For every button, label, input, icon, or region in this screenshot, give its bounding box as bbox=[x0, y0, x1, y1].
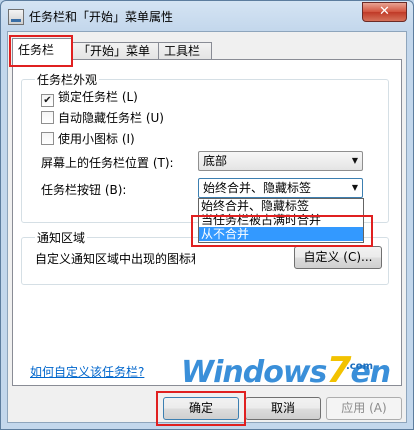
checkbox-autohide-taskbar[interactable]: 自动隐藏任务栏 (U) bbox=[41, 110, 164, 126]
customize-notifications-button[interactable]: 自定义 (C)... bbox=[294, 246, 382, 269]
taskbar-app-icon bbox=[8, 9, 24, 25]
checkbox-unchecked-icon[interactable] bbox=[41, 111, 54, 124]
logo-text-main: Windows bbox=[181, 355, 327, 390]
checkbox-lock-taskbar[interactable]: ✔ 锁定任务栏 (L) bbox=[41, 89, 138, 107]
dropdown-arrow-icon: ▼ bbox=[351, 183, 358, 192]
checkbox-checked-icon[interactable]: ✔ bbox=[41, 94, 54, 107]
taskbar-buttons-value: 始终合并、隐藏标签 bbox=[203, 181, 312, 195]
appearance-group-title: 任务栏外观 bbox=[35, 71, 100, 88]
dropdown-arrow-icon: ▼ bbox=[351, 156, 358, 165]
dropdown-option-never-combine[interactable]: 从不合并 bbox=[199, 227, 363, 241]
checkbox-unchecked-icon[interactable] bbox=[41, 132, 54, 145]
notification-description: 自定义通知区域中出现的图标和通知。 bbox=[35, 252, 195, 266]
checkbox-small-icons[interactable]: 使用小图标 (I) bbox=[41, 131, 135, 147]
buttons-label: 任务栏按钮 (B): bbox=[41, 183, 127, 197]
close-button[interactable]: ✕ bbox=[362, 2, 407, 22]
checkbox-label: 自动隐藏任务栏 (U) bbox=[58, 111, 164, 125]
checkbox-label: 使用小图标 (I) bbox=[58, 132, 135, 146]
tab-panel-taskbar: 任务栏外观 ✔ 锁定任务栏 (L) 自动隐藏任务栏 (U) 使用小图标 (I) 屏… bbox=[12, 59, 402, 386]
window-title: 任务栏和「开始」菜单属性 bbox=[29, 10, 174, 24]
taskbar-buttons-select[interactable]: 始终合并、隐藏标签 ▼ bbox=[198, 178, 363, 198]
apply-button[interactable]: 应用 (A) bbox=[326, 397, 402, 420]
taskbar-buttons-dropdown-list: 始终合并、隐藏标签 当任务栏被占满时合并 从不合并 bbox=[198, 198, 364, 243]
windows7en-logo: Windows7en .com bbox=[181, 352, 391, 391]
logo-text-com: .com bbox=[345, 361, 373, 372]
dialog-client-area: 任务栏 「开始」菜单 工具栏 任务栏外观 ✔ 锁定任务栏 (L) 自动隐藏任务栏 … bbox=[7, 31, 407, 426]
properties-window: 任务栏和「开始」菜单属性 ✕ 任务栏 「开始」菜单 工具栏 任务栏外观 ✔ 锁定任… bbox=[0, 0, 414, 430]
cancel-button[interactable]: 取消 bbox=[245, 397, 321, 420]
checkbox-label: 锁定任务栏 (L) bbox=[58, 90, 138, 104]
dropdown-option-combine-when-full[interactable]: 当任务栏被占满时合并 bbox=[199, 213, 363, 227]
position-select[interactable]: 底部 ▼ bbox=[198, 151, 363, 171]
position-label: 屏幕上的任务栏位置 (T): bbox=[41, 156, 174, 170]
how-to-customize-link[interactable]: 如何自定义该任务栏? bbox=[30, 363, 144, 380]
notification-group-title: 通知区域 bbox=[35, 229, 88, 246]
dropdown-option-always-combine[interactable]: 始终合并、隐藏标签 bbox=[199, 199, 363, 213]
tab-taskbar[interactable]: 任务栏 bbox=[12, 38, 72, 61]
tab-toolbars[interactable]: 工具栏 bbox=[158, 42, 212, 60]
title-bar[interactable]: 任务栏和「开始」菜单属性 ✕ bbox=[1, 1, 413, 31]
ok-button[interactable]: 确定 bbox=[163, 397, 239, 420]
position-value: 底部 bbox=[203, 154, 228, 168]
tab-start-menu[interactable]: 「开始」菜单 bbox=[72, 42, 160, 60]
